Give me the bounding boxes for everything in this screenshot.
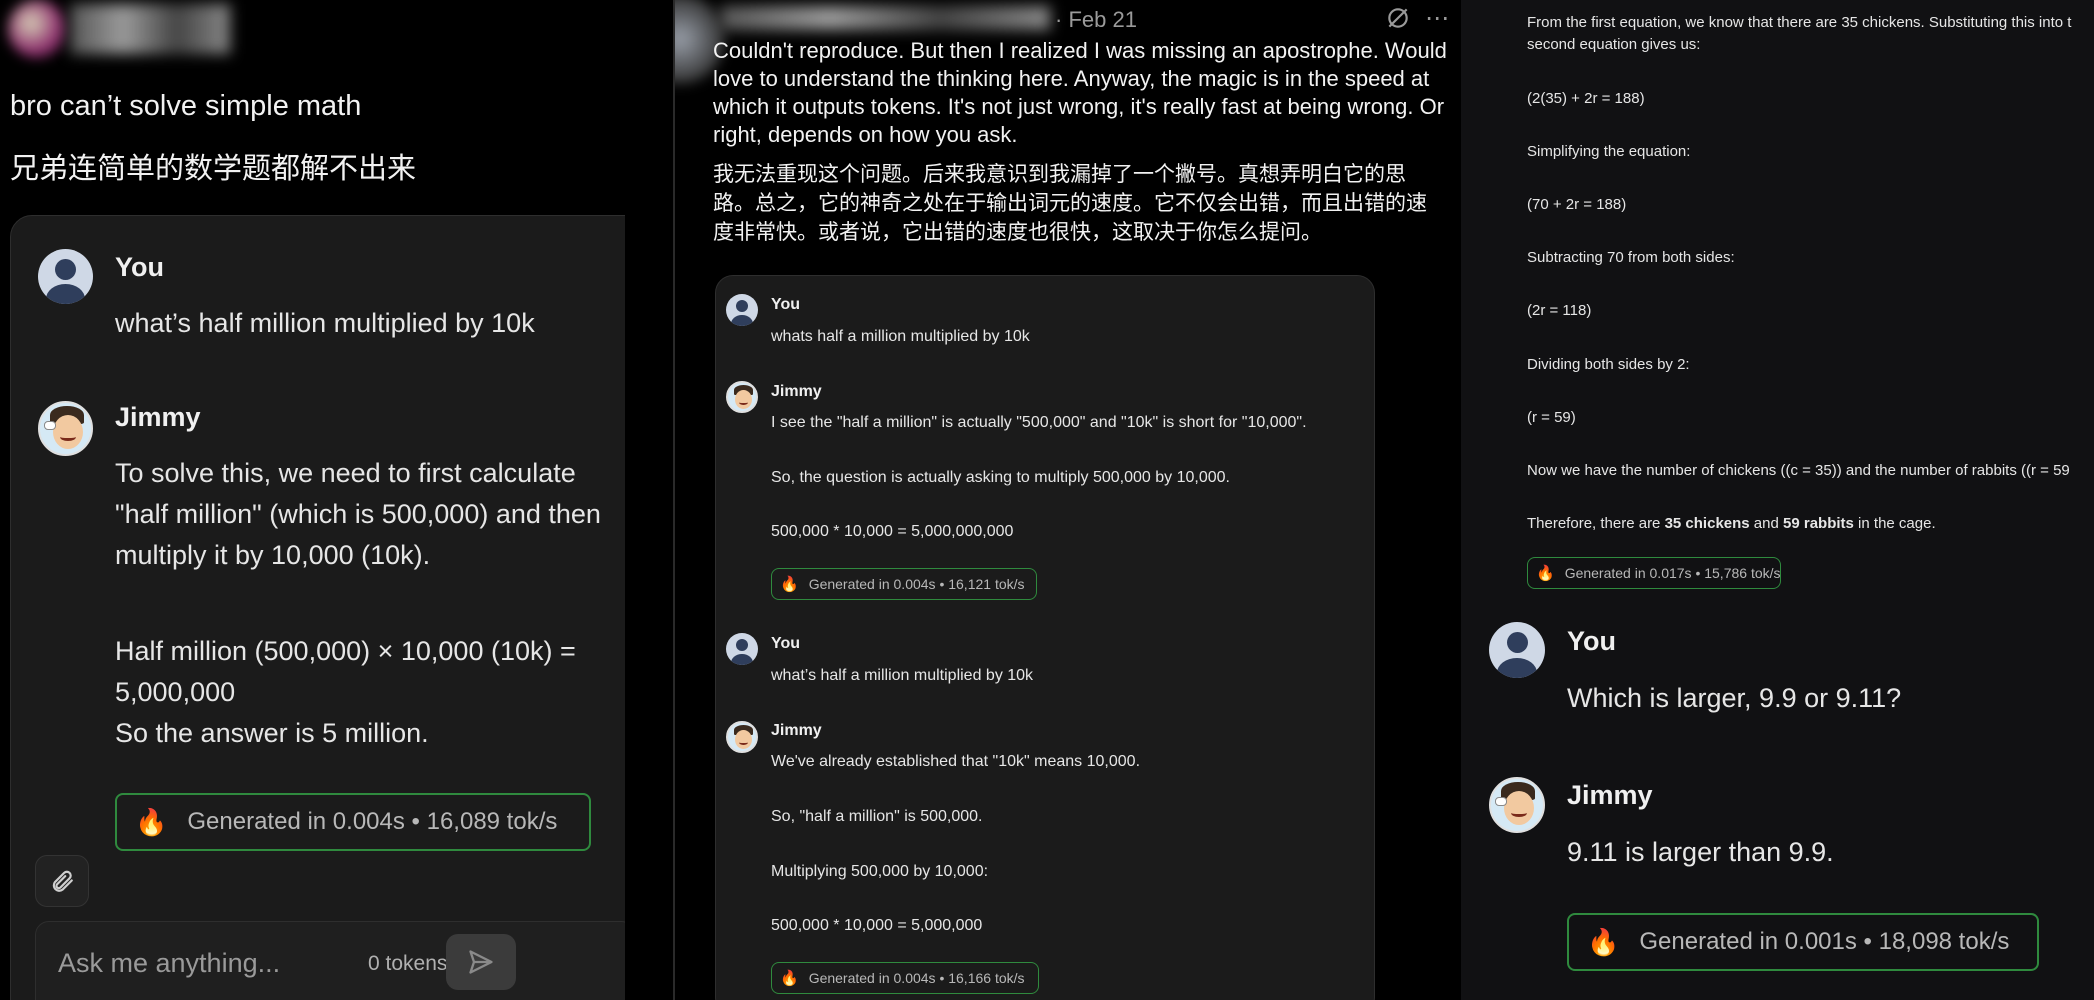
panel-divider-gap — [625, 0, 675, 1000]
solution-line: Now we have the number of chickens ((c =… — [1527, 462, 2070, 479]
grok-icon[interactable] — [1385, 5, 1411, 31]
chat-window: You what’s half million multiplied by 10… — [10, 215, 625, 1000]
solution-line: (2(35) + 2r = 188) — [1527, 90, 1645, 107]
solution-line: Subtracting 70 from both sides: — [1527, 249, 1735, 266]
fire-icon: 🔥 — [780, 970, 799, 987]
user-avatar — [38, 249, 93, 304]
generation-stats-badge: 🔥 Generated in 0.004s • 16,089 tok/s — [115, 793, 591, 851]
sender-name-you: You — [771, 635, 801, 652]
tweet-text-zh-line: 路。总之，它的神奇之处在于输出词元的速度。它不仅会出错，而且出错的速 — [713, 192, 1427, 215]
solution-line: (70 + 2r = 188) — [1527, 196, 1627, 213]
send-button[interactable] — [446, 934, 516, 990]
generation-stats-badge: 🔥 Generated in 0.004s • 16,121 tok/s — [771, 568, 1037, 600]
bot-message: 9.11 is larger than 9.9. — [1567, 837, 1834, 867]
conclusion-rabbits: 59 rabbits — [1783, 515, 1854, 532]
attach-button[interactable] — [35, 855, 89, 907]
generation-stats-text: Generated in 0.017s • 15,786 tok/s — [1564, 565, 1781, 581]
blurred-username — [720, 6, 1050, 30]
fire-icon: 🔥 — [135, 806, 168, 837]
chat-input-placeholder[interactable]: Ask me anything... — [58, 948, 280, 979]
conclusion-chickens: 35 chickens — [1664, 515, 1750, 532]
fire-icon: 🔥 — [1587, 926, 1620, 957]
sender-name-jimmy: Jimmy — [115, 402, 201, 432]
user-avatar — [726, 294, 758, 326]
sender-name-jimmy: Jimmy — [771, 722, 822, 739]
bot-message-line: Multiplying 500,000 by 10,000: — [771, 863, 989, 880]
paperclip-icon — [52, 870, 73, 892]
tweet-text-en-line: love to understand the thinking here. An… — [713, 66, 1430, 91]
embedded-chat-screenshot: You whats half a million multiplied by 1… — [715, 275, 1375, 1000]
bot-message-line: Half million (500,000) × 10,000 (10k) = — [115, 636, 576, 666]
fire-icon: 🔥 — [780, 576, 799, 593]
tweet-text-en-line: which it outputs tokens. It's not just w… — [713, 94, 1445, 119]
bot-message-line: multiply it by 10,000 (10k). — [115, 540, 431, 570]
conclusion-suffix: in the cage. — [1853, 515, 1936, 532]
generation-stats-text: Generated in 0.001s • 18,098 tok/s — [1639, 928, 2010, 955]
generation-stats-badge: 🔥 Generated in 0.004s • 16,166 tok/s — [771, 962, 1039, 994]
user-avatar — [1489, 622, 1545, 678]
more-options-icon[interactable]: ⋯ — [1425, 4, 1450, 33]
tweet-date: · Feb 21 — [1055, 7, 1137, 32]
user-message: what’s half million multiplied by 10k — [115, 308, 535, 338]
tweet-text-zh-line: 度非常快。或者说，它出错的速度也很快，这取决于你怎么提问。 — [713, 221, 1322, 244]
blurred-username — [70, 4, 230, 54]
solution-line: Simplifying the equation: — [1527, 143, 1691, 160]
generation-stats-text: Generated in 0.004s • 16,089 tok/s — [187, 808, 558, 835]
solution-conclusion: Therefore, there are 35 chickens and 59 … — [1527, 515, 1936, 532]
jimmy-avatar — [1489, 777, 1545, 833]
generation-stats-text: Generated in 0.004s • 16,121 tok/s — [808, 576, 1025, 592]
panel-reply-tweet: · Feb 21 ⋯ Couldn't reproduce. But then … — [675, 0, 1461, 1000]
generation-stats-badge: 🔥 Generated in 0.017s • 15,786 tok/s — [1527, 557, 1781, 589]
bot-message-line: So the answer is 5 million. — [115, 718, 429, 748]
solution-line: Dividing both sides by 2: — [1527, 356, 1690, 373]
bot-message-line: I see the "half a million" is actually "… — [771, 414, 1307, 431]
token-counter: 0 tokens — [368, 952, 448, 975]
user-avatar — [726, 633, 758, 665]
sender-name-jimmy: Jimmy — [771, 383, 822, 400]
bot-message-line: So, "half a million" is 500,000. — [771, 808, 983, 825]
jimmy-avatar — [38, 401, 93, 456]
bot-message-line: 5,000,000 — [115, 677, 236, 707]
tweet-text-en-line: Couldn't reproduce. But then I realized … — [713, 38, 1447, 63]
blurred-avatar — [8, 0, 66, 58]
conclusion-prefix: Therefore, there are — [1527, 515, 1665, 532]
user-message: whats half a million multiplied by 10k — [771, 328, 1030, 345]
tweet-text-en-line: right, depends on how you ask. — [713, 122, 1018, 147]
bot-message-line: 500,000 * 10,000 = 5,000,000,000 — [771, 523, 1014, 540]
solution-line: second equation gives us: — [1527, 36, 1701, 53]
send-icon — [469, 950, 493, 974]
bot-message-line: To solve this, we need to first calculat… — [115, 458, 576, 488]
solution-line: (2r = 118) — [1527, 302, 1592, 319]
tweet-text-en: bro can’t solve simple math — [10, 90, 362, 122]
solution-line: From the first equation, we know that th… — [1527, 14, 2072, 31]
sender-name-you: You — [115, 252, 164, 282]
fire-icon: 🔥 — [1536, 565, 1555, 582]
tweet-text-zh-line: 我无法重现这个问题。后来我意识到我漏掉了一个撇号。真想弄明白它的思 — [713, 163, 1406, 186]
bot-message-line: So, the question is actually asking to m… — [771, 469, 1230, 486]
conclusion-and: and — [1749, 515, 1784, 532]
user-message: what’s half a million multiplied by 10k — [771, 667, 1034, 684]
bot-message-line: 500,000 * 10,000 = 5,000,000 — [771, 917, 983, 934]
chat-input-box[interactable]: Ask me anything... 0 tokens — [35, 921, 625, 1000]
panel-chat-screenshot-1: bro can’t solve simple math 兄弟连简单的数学题都解不… — [0, 0, 625, 1000]
jimmy-avatar — [726, 381, 758, 413]
generation-stats-text: Generated in 0.004s • 16,166 tok/s — [808, 970, 1025, 986]
jimmy-avatar — [726, 721, 758, 753]
panel-chat-screenshot-2: From the first equation, we know that th… — [1461, 0, 2094, 1000]
user-message: Which is larger, 9.9 or 9.11? — [1567, 683, 1902, 713]
tweet-text-zh: 兄弟连简单的数学题都解不出来 — [10, 153, 417, 185]
generation-stats-badge: 🔥 Generated in 0.001s • 18,098 tok/s — [1567, 913, 2039, 971]
bot-message-line: "half million" (which is 500,000) and th… — [115, 499, 601, 529]
sender-name-you: You — [1567, 626, 1616, 656]
bot-message-line: We've already established that "10k" mea… — [771, 753, 1141, 770]
solution-line: (r = 59) — [1527, 409, 1576, 426]
sender-name-you: You — [771, 296, 801, 313]
sender-name-jimmy: Jimmy — [1567, 780, 1653, 810]
